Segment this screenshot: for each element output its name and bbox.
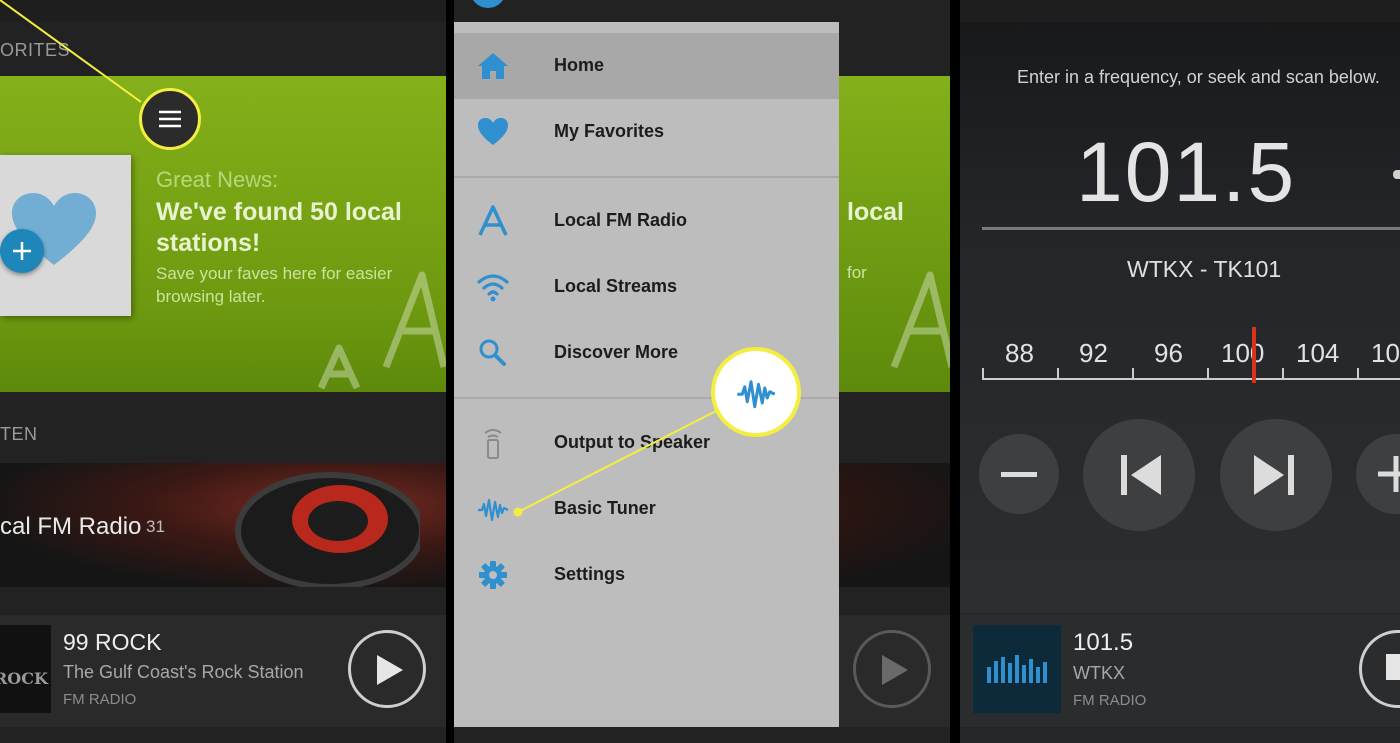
frequency-display[interactable]: 101.5 <box>1076 124 1296 221</box>
tuner-icon-callout <box>711 347 801 437</box>
featured-card[interactable]: cal FM Radio 31 <box>0 463 446 587</box>
station-name: 99 ROCK <box>63 629 162 655</box>
home-icon <box>478 53 508 79</box>
menu-item-label: Local FM Radio <box>554 210 688 230</box>
favorites-section-header: ORITES <box>0 40 71 60</box>
tuner-instructions: Enter in a frequency, or seek and scan b… <box>1017 67 1380 87</box>
dial-needle[interactable] <box>1251 327 1256 383</box>
minus-icon <box>1001 472 1037 477</box>
menu-item-settings[interactable]: Settings <box>454 542 839 608</box>
featured-title: cal FM Radio <box>0 513 142 540</box>
tuner-panel: Enter in a frequency, or seek and scan b… <box>960 22 1400 613</box>
station-call-sign: WTKX - TK101 <box>1127 256 1282 282</box>
skip-previous-icon <box>1121 455 1161 495</box>
frequency-up-button[interactable] <box>1356 434 1400 514</box>
microphone-image <box>235 472 420 587</box>
play-icon <box>377 655 403 685</box>
station-logo-text: ROCK <box>0 669 48 688</box>
stop-icon <box>1386 654 1400 680</box>
plus-icon <box>13 242 31 260</box>
seek-back-button[interactable] <box>1083 419 1195 531</box>
menu-item-label: Discover More <box>554 342 679 362</box>
promo-subtext-fragment: for <box>847 263 867 282</box>
menu-item-label: Basic Tuner <box>554 498 656 518</box>
dial-tick <box>982 368 984 380</box>
station-name: WTKX <box>1073 663 1125 683</box>
promo-subtext: Save your faves here for easier browsing… <box>156 264 393 306</box>
frequency-down-button[interactable] <box>979 434 1059 514</box>
menu-item-label: My Favorites <box>554 121 665 141</box>
dial-label: 104 <box>1296 338 1340 368</box>
menu-divider <box>454 176 839 178</box>
menu-item-local-streams[interactable]: Local Streams <box>454 254 839 320</box>
play-button[interactable] <box>853 630 931 708</box>
station-tagline: The Gulf Coast's Rock Station <box>63 662 304 682</box>
wifi-icon <box>477 274 509 302</box>
featured-count: 31 <box>146 517 165 536</box>
menu-item-local-fm-radio[interactable]: Local FM Radio <box>454 188 839 254</box>
listen-section-header: TEN <box>0 424 38 444</box>
frequency-dial[interactable]: 88 92 96 100 104 10 <box>960 322 1400 392</box>
dial-tick <box>1057 368 1059 380</box>
antenna-watermark-icon <box>318 344 360 390</box>
dial-label: 10 <box>1371 338 1400 368</box>
screenshot-composite: ORITES Great News: We've found 50 local … <box>0 0 1400 743</box>
dial-tick <box>1207 368 1209 380</box>
dial-baseline <box>982 378 1400 380</box>
menu-item-label: Local Streams <box>554 276 678 296</box>
dial-label: 88 <box>1005 338 1034 368</box>
home-screen: ORITES Great News: We've found 50 local … <box>0 0 446 743</box>
plus-icon <box>1378 456 1400 492</box>
promo-banner: Great News: We've found 50 local station… <box>0 76 446 392</box>
menu-button[interactable] <box>139 88 201 150</box>
frequency-underline <box>982 227 1400 230</box>
menu-item-label: Output to Speaker <box>554 432 711 452</box>
equalizer-icon <box>987 655 1047 683</box>
favorites-placeholder-card[interactable] <box>0 155 131 316</box>
dial-label: 96 <box>1154 338 1183 368</box>
search-icon <box>479 339 506 366</box>
dial-label: 100 <box>1221 338 1265 368</box>
antenna-icon <box>478 205 508 236</box>
now-playing-bar[interactable]: ROCK 99 ROCK The Gulf Coast's Rock Stati… <box>0 615 446 727</box>
menu-item-home[interactable]: Home <box>454 33 839 99</box>
station-type: FM RADIO <box>63 691 137 708</box>
menu-item-basic-tuner[interactable]: Basic Tuner <box>454 476 839 542</box>
station-frequency: 101.5 <box>1073 629 1134 656</box>
now-playing-bar[interactable]: 101.5 WTKX FM RADIO <box>960 615 1400 727</box>
menu-item-label: Settings <box>554 564 626 584</box>
app-logo-icon <box>473 0 503 8</box>
antenna-watermark-icon <box>890 271 950 369</box>
dial-label: 92 <box>1079 338 1108 368</box>
promo-kicker: Great News: <box>156 167 279 192</box>
play-button[interactable] <box>348 630 426 708</box>
tuner-screen: Enter in a frequency, or seek and scan b… <box>960 0 1400 743</box>
promo-headline-fragment: local <box>847 198 904 226</box>
promo-headline: We've found 50 local stations! <box>156 198 402 257</box>
status-bar <box>0 0 446 22</box>
menu-item-my-favorites[interactable]: My Favorites <box>454 99 839 165</box>
skip-next-icon <box>1254 455 1294 495</box>
station-type: FM RADIO <box>1073 692 1147 709</box>
overflow-dot <box>1393 170 1400 179</box>
add-favorite-button[interactable] <box>0 229 44 273</box>
dial-tick <box>1132 368 1134 380</box>
waveform-icon <box>737 380 776 409</box>
dial-tick <box>1357 368 1359 380</box>
dial-tick <box>1282 368 1284 380</box>
station-logo: ROCK <box>0 625 51 713</box>
gear-icon <box>479 561 507 589</box>
seek-forward-button[interactable] <box>1220 419 1332 531</box>
speaker-icon <box>484 429 502 459</box>
play-icon <box>882 655 908 685</box>
hamburger-menu-icon <box>159 110 181 128</box>
heart-icon <box>478 118 508 145</box>
menu-item-label: Home <box>554 55 605 75</box>
stop-button[interactable] <box>1359 630 1400 708</box>
station-logo <box>973 625 1061 713</box>
waveform-icon <box>478 498 509 522</box>
status-bar <box>960 0 1400 22</box>
